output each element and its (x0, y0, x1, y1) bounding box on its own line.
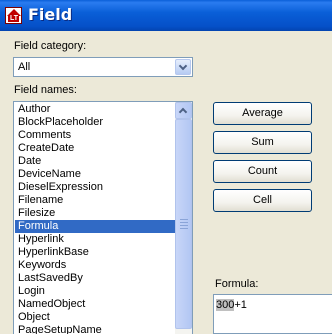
list-item[interactable]: Object (15, 311, 176, 324)
window-title: Field (28, 5, 73, 24)
scroll-up-button[interactable] (175, 102, 192, 119)
list-item[interactable]: Login (15, 285, 176, 298)
list-item[interactable]: Author (15, 103, 176, 116)
field-names-label: Field names: (14, 84, 77, 96)
formula-text: 300+1 (216, 299, 247, 311)
list-item[interactable]: NamedObject (15, 298, 176, 311)
field-category-value: All (18, 61, 31, 73)
list-item[interactable]: CreateDate (15, 142, 176, 155)
chevron-up-icon (178, 107, 188, 117)
list-item[interactable]: DieselExpression (15, 181, 176, 194)
list-item[interactable]: HyperlinkBase (15, 246, 176, 259)
formula-label: Formula: (215, 278, 259, 290)
field-category-label: Field category: (14, 40, 87, 52)
list-item[interactable]: DeviceName (15, 168, 176, 181)
list-item[interactable]: Filesize (15, 207, 176, 220)
scroll-thumb[interactable] (175, 119, 192, 329)
cell-button[interactable]: Cell (213, 189, 312, 212)
formula-rest-text: +1 (234, 299, 247, 311)
field-names-list[interactable]: Author BlockPlaceholder Comments CreateDate… (13, 101, 193, 334)
list-item[interactable]: Comments (15, 129, 176, 142)
list-item[interactable]: BlockPlaceholder (15, 116, 176, 129)
list-item[interactable]: Formula (15, 220, 176, 233)
list-item[interactable]: Keywords (15, 259, 176, 272)
list-item[interactable]: Filename (15, 194, 176, 207)
app-icon[interactable]: LT (5, 7, 22, 24)
vertical-scrollbar[interactable] (175, 102, 192, 334)
list-item[interactable]: LastSavedBy (15, 272, 176, 285)
sum-button[interactable]: Sum (213, 131, 312, 154)
count-button[interactable]: Count (213, 160, 312, 183)
average-button[interactable]: Average (213, 102, 312, 125)
list-item[interactable]: Date (15, 155, 176, 168)
dropdown-button[interactable] (175, 59, 191, 75)
formula-input[interactable]: 300+1 (213, 294, 332, 334)
list-item[interactable]: Hyperlink (15, 233, 176, 246)
formula-selected-text: 300 (216, 299, 235, 311)
chevron-down-icon (178, 61, 188, 71)
title-bar[interactable]: LT Field (0, 0, 332, 31)
list-item[interactable]: PageSetupName (15, 324, 176, 334)
field-category-select[interactable]: All (13, 57, 193, 77)
